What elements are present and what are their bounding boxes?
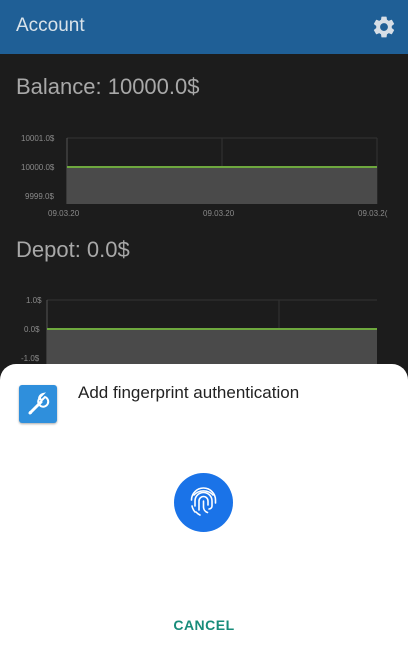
fingerprint-icon <box>190 487 217 516</box>
cancel-button[interactable]: CANCEL <box>160 613 248 637</box>
balance-title: Balance: 10000.0$ <box>16 74 200 99</box>
depot-area <box>47 329 377 364</box>
y-tick-label: 10001.0$ <box>21 134 55 143</box>
wrench-icon <box>19 385 57 423</box>
x-tick-label: 09.03.20 <box>48 209 80 218</box>
app-title: Account <box>16 15 85 36</box>
fingerprint-bottom-sheet: Add fingerprint authentication CANCEL <box>0 364 408 653</box>
depot-title: Depot: 0.0$ <box>16 237 130 262</box>
balance-chart: 10001.0$ 10000.0$ 9999.0$ 09.03.20 09.03… <box>21 134 388 218</box>
y-tick-label: 10000.0$ <box>21 163 55 172</box>
y-tick-label: 9999.0$ <box>25 192 54 201</box>
depot-chart: 1.0$ 0.0$ -1.0$ <box>21 296 377 364</box>
y-tick-label: -1.0$ <box>21 354 40 363</box>
y-tick-label: 0.0$ <box>24 325 40 334</box>
sheet-title: Add fingerprint authentication <box>78 383 300 402</box>
y-tick-label: 1.0$ <box>26 296 42 305</box>
gear-icon[interactable] <box>371 14 397 40</box>
balance-area <box>67 167 377 204</box>
x-tick-label: 09.03.20 <box>203 209 235 218</box>
fingerprint-button[interactable] <box>174 473 233 532</box>
app-bar: Account <box>0 0 408 54</box>
x-tick-label: 09.03.2( <box>358 209 388 218</box>
